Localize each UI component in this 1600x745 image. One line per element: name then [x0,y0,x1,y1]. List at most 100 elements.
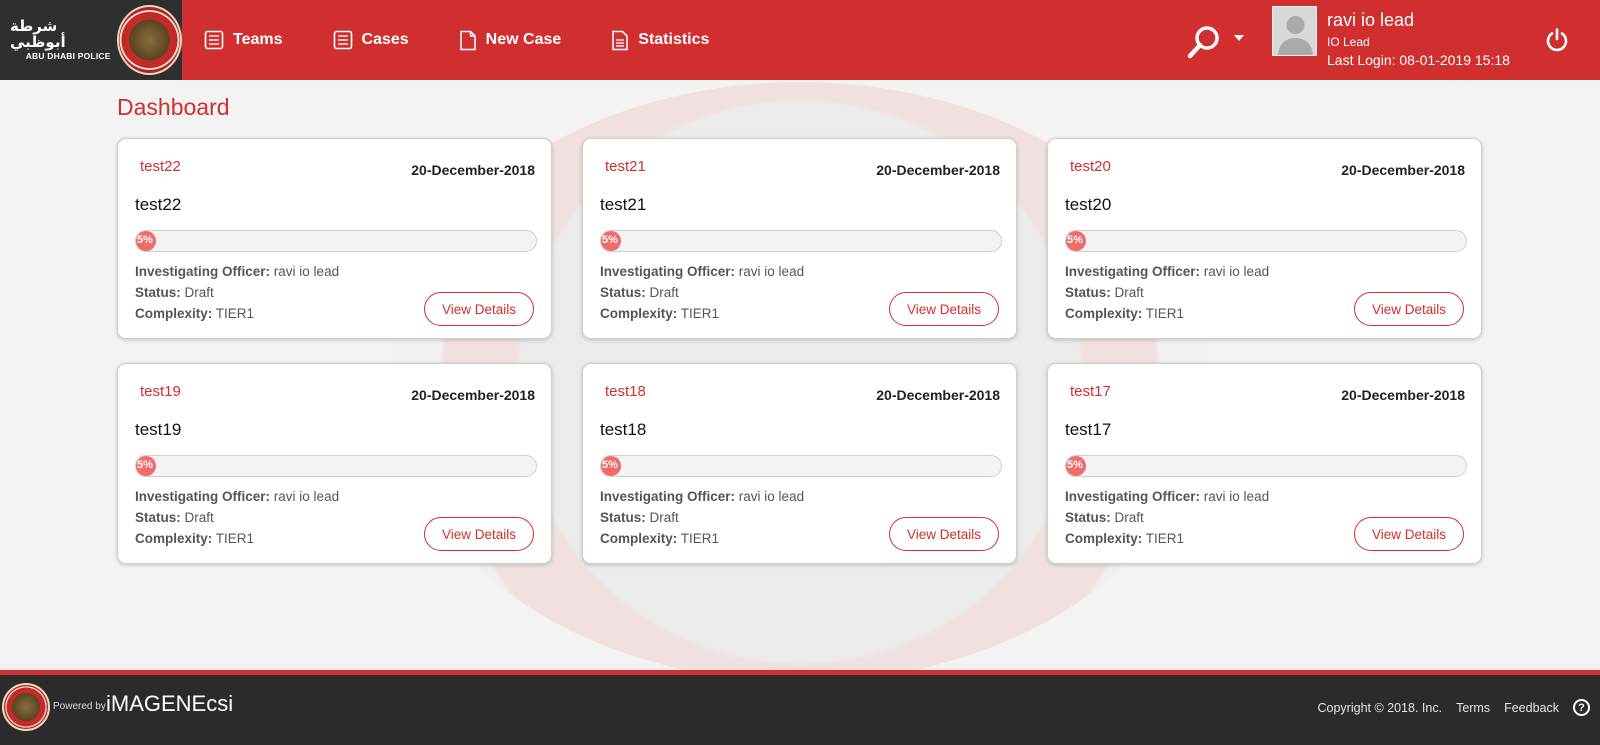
status-label: Status: [1065,285,1111,300]
officer-label: Investigating Officer: [600,489,736,504]
progress-label: 5% [602,234,618,246]
nav-statistics-label: Statistics [638,31,710,48]
status-value: Draft [184,285,214,300]
feedback-link[interactable]: Feedback [1504,701,1559,715]
progress-label: 5% [1067,234,1083,246]
status-row: Status: Draft [1065,507,1269,528]
complexity-row: Complexity: TIER1 [135,303,339,324]
status-row: Status: Draft [1065,282,1269,303]
view-details-button[interactable]: View Details [889,517,999,551]
status-value: Draft [184,510,214,525]
complexity-value: TIER1 [680,306,720,321]
status-label: Status: [600,285,646,300]
case-date: 20-December-2018 [1341,387,1465,403]
officer-label: Investigating Officer: [1065,264,1201,279]
status-label: Status: [135,510,181,525]
case-card: test19 20-December-2018 test19 5% Invest… [117,363,552,564]
officer-row: Investigating Officer: ravi io lead [135,486,339,507]
complexity-value: TIER1 [215,531,255,546]
case-code-link[interactable]: test21 [605,158,646,175]
case-code-link[interactable]: test17 [1070,383,1111,400]
officer-row: Investigating Officer: ravi io lead [600,261,804,282]
case-code-link[interactable]: test20 [1070,158,1111,175]
case-code-link[interactable]: test22 [140,158,181,175]
complexity-label: Complexity: [1065,306,1143,321]
case-card: test20 20-December-2018 test20 5% Invest… [1047,138,1482,339]
view-details-button[interactable]: View Details [424,292,534,326]
case-code-link[interactable]: test19 [140,383,181,400]
view-details-button[interactable]: View Details [889,292,999,326]
status-value: Draft [1114,285,1144,300]
nav-new-case[interactable]: New Case [459,30,561,51]
search-toggle[interactable] [1186,24,1244,60]
list-document-icon [333,30,352,50]
progress-bar: 5% [1065,455,1467,477]
officer-label: Investigating Officer: [135,489,271,504]
case-code-link[interactable]: test18 [605,383,646,400]
case-meta: Investigating Officer: ravi io lead Stat… [1065,261,1269,324]
nav-statistics[interactable]: Statistics [611,30,709,51]
case-title: test17 [1065,420,1112,439]
status-row: Status: Draft [135,507,339,528]
case-meta: Investigating Officer: ravi io lead Stat… [135,261,339,324]
officer-value: ravi io lead [1203,489,1270,504]
logo-arabic-text: شرطة أبوظبي [10,17,66,51]
page-title: Dashboard [117,94,230,120]
complexity-label: Complexity: [600,531,678,546]
police-emblem-icon [116,5,182,75]
case-card: test18 20-December-2018 test18 5% Invest… [582,363,1017,564]
complexity-row: Complexity: TIER1 [600,303,804,324]
officer-label: Investigating Officer: [135,264,271,279]
user-info: ravi io lead IO Lead Last Login: 08-01-2… [1327,9,1510,69]
officer-value: ravi io lead [1203,264,1270,279]
view-details-button[interactable]: View Details [1354,517,1464,551]
progress-label: 5% [137,459,153,471]
brand-logo: iMAGENEcsi [106,691,234,716]
status-label: Status: [600,510,646,525]
nav-teams[interactable]: Teams [204,30,283,50]
status-label: Status: [135,285,181,300]
status-row: Status: Draft [600,507,804,528]
status-value: Draft [649,285,679,300]
status-row: Status: Draft [135,282,339,303]
case-title: test18 [600,420,647,439]
footer-emblem-icon [2,683,50,731]
list-document-icon [204,30,224,50]
case-date: 20-December-2018 [876,387,1000,403]
main-nav: Teams Cases New Case Statistics [204,30,759,51]
officer-value: ravi io lead [273,489,340,504]
nav-teams-label: Teams [233,31,283,48]
logout-button[interactable] [1544,27,1570,58]
complexity-row: Complexity: TIER1 [600,528,804,549]
nav-cases[interactable]: Cases [333,30,409,50]
complexity-label: Complexity: [135,306,213,321]
footer: Powered by iMAGENEcsi Copyright © 2018. … [0,675,1600,745]
case-meta: Investigating Officer: ravi io lead Stat… [1065,486,1269,549]
view-details-button[interactable]: View Details [1354,292,1464,326]
case-meta: Investigating Officer: ravi io lead Stat… [135,486,339,549]
officer-value: ravi io lead [273,264,340,279]
copyright-text: Copyright © 2018. Inc. [1317,700,1443,715]
document-icon [459,30,476,50]
top-header: شرطة أبوظبي ABU DHABI POLICE Teams Cases… [0,0,1600,80]
progress-bar: 5% [600,230,1002,252]
officer-row: Investigating Officer: ravi io lead [600,486,804,507]
avatar[interactable] [1272,6,1317,56]
progress-bar: 5% [135,230,537,252]
help-icon[interactable]: ? [1573,699,1590,716]
case-date: 20-December-2018 [411,387,535,403]
search-icon [1187,26,1219,59]
power-icon [1546,28,1568,52]
complexity-label: Complexity: [600,306,678,321]
complexity-label: Complexity: [135,531,213,546]
view-details-button[interactable]: View Details [424,517,534,551]
progress-label: 5% [137,234,153,246]
officer-label: Investigating Officer: [600,264,736,279]
terms-link[interactable]: Terms [1456,701,1490,715]
progress-bar: 5% [1065,230,1467,252]
document-lines-icon [612,30,629,50]
logo[interactable]: شرطة أبوظبي ABU DHABI POLICE [0,0,182,80]
chevron-down-icon [1234,35,1244,41]
complexity-row: Complexity: TIER1 [1065,303,1269,324]
officer-label: Investigating Officer: [1065,489,1201,504]
